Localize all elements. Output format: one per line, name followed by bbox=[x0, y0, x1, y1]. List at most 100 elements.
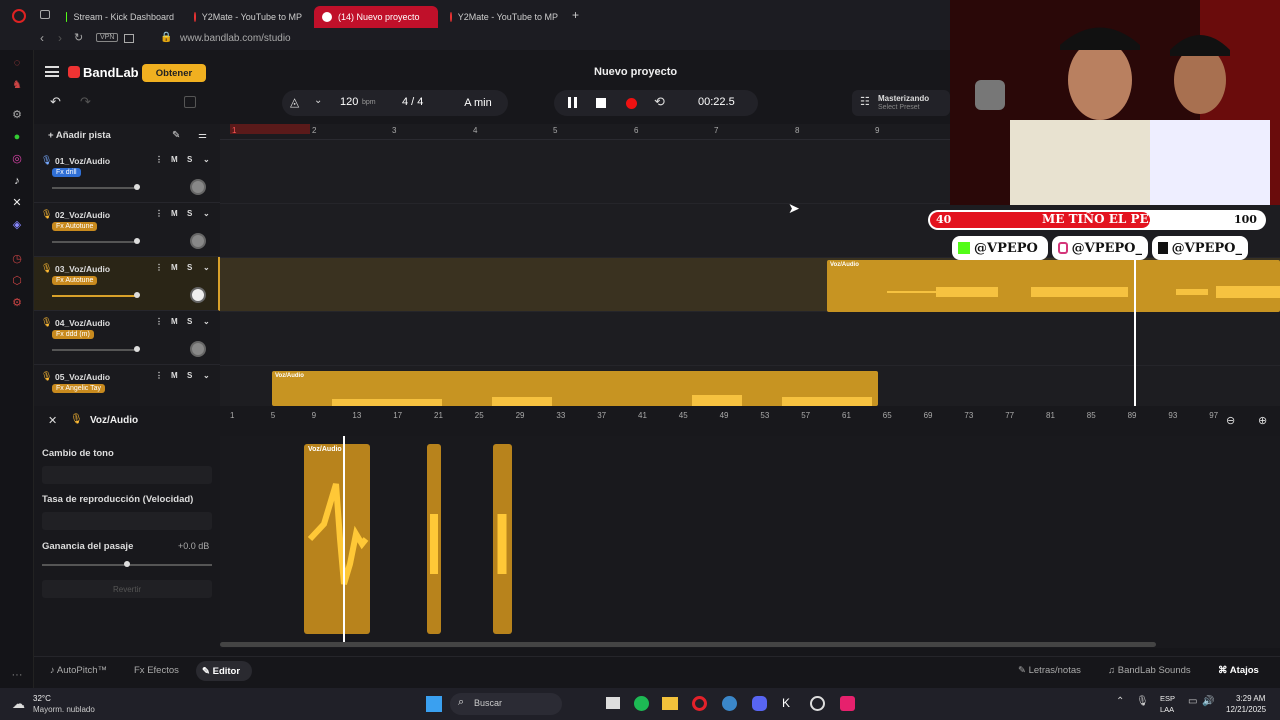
track-header[interactable]: 🎙 01_Voz/Audio Fx drill ⋮ M S ⌄ bbox=[34, 149, 220, 203]
stop-icon[interactable] bbox=[596, 98, 606, 108]
tiktok-icon[interactable] bbox=[840, 696, 855, 711]
audio-clip[interactable]: Voz/Audio bbox=[827, 260, 1280, 312]
playhead[interactable] bbox=[1134, 240, 1136, 406]
track-header[interactable]: 🎙 05_Voz/Audio Fx Angelic Tay ⋮ M S ⌄ bbox=[34, 365, 220, 406]
solo-button[interactable]: S bbox=[187, 317, 192, 326]
folder-icon[interactable] bbox=[662, 697, 678, 710]
gain-slider[interactable] bbox=[42, 561, 212, 567]
mute-button[interactable]: M bbox=[171, 263, 178, 272]
mute-button[interactable]: M bbox=[171, 371, 178, 380]
editor-tab[interactable]: ✎ Editor bbox=[196, 661, 252, 681]
clip-editor[interactable]: Voz/Audio bbox=[220, 436, 1280, 648]
microphone-icon[interactable]: 🎙 bbox=[1136, 696, 1149, 707]
mute-button[interactable]: M bbox=[171, 155, 178, 164]
playhead[interactable] bbox=[343, 436, 345, 644]
tab-kick-dashboard[interactable]: Stream - Kick Dashboard bbox=[58, 6, 182, 28]
discord-icon[interactable]: ◈ bbox=[10, 218, 24, 232]
clock-date[interactable]: 12/21/2025 bbox=[1226, 705, 1266, 714]
volume-slider[interactable] bbox=[52, 292, 140, 298]
audio-clip[interactable] bbox=[493, 444, 512, 634]
app-icon[interactable] bbox=[722, 696, 737, 711]
solo-button[interactable]: S bbox=[187, 263, 192, 272]
loop-icon[interactable]: ⟲ bbox=[654, 94, 665, 110]
extensions-icon[interactable]: ♞ bbox=[10, 78, 24, 92]
tuner-icon[interactable]: ⚌ bbox=[198, 130, 207, 141]
shortcuts-button[interactable]: ⌘ Atajos bbox=[1218, 665, 1259, 676]
mute-button[interactable]: M bbox=[171, 209, 178, 218]
tab-list-icon[interactable] bbox=[40, 10, 50, 19]
reload-icon[interactable]: ↻ bbox=[74, 31, 83, 44]
solo-button[interactable]: S bbox=[187, 155, 192, 164]
more-icon[interactable]: ⋮ bbox=[155, 209, 163, 218]
chevron-down-icon[interactable]: ⌄ bbox=[203, 155, 210, 164]
instagram-icon[interactable]: ◎ bbox=[10, 152, 24, 166]
track-lane[interactable] bbox=[220, 312, 1280, 366]
clock-time[interactable]: 3:29 AM bbox=[1236, 694, 1265, 703]
tab-nuevo-proyecto[interactable]: (14) Nuevo proyecto bbox=[314, 6, 438, 28]
lyrics-button[interactable]: ✎ Letras/notas bbox=[1018, 665, 1081, 676]
whatsapp-icon[interactable]: ● bbox=[10, 130, 24, 144]
chevron-down-icon[interactable]: ⌄ bbox=[314, 95, 322, 106]
more-icon[interactable]: ⋮ bbox=[155, 263, 163, 272]
opera-logo-icon[interactable] bbox=[12, 9, 26, 23]
pan-knob[interactable] bbox=[190, 341, 206, 357]
time-signature[interactable]: 4 / 4 bbox=[402, 96, 423, 108]
hamburger-menu-icon[interactable] bbox=[45, 66, 59, 77]
more-icon[interactable]: ⋮ bbox=[155, 317, 163, 326]
project-title[interactable]: Nuevo proyecto bbox=[594, 66, 677, 78]
pen-icon[interactable]: ✎ bbox=[172, 130, 180, 141]
pinboard-icon[interactable]: ⬡ bbox=[10, 274, 24, 288]
new-tab-button[interactable]: + bbox=[572, 8, 579, 22]
revert-button[interactable]: Revertir bbox=[42, 580, 212, 598]
timeline-ruler[interactable]: 1 2 3 4 5 6 7 8 9 bbox=[220, 124, 950, 140]
track-header-selected[interactable]: 🎙 03_Voz/Audio Fx Autotune ⋮ M S ⌄ bbox=[34, 257, 220, 311]
kick-icon[interactable]: K bbox=[782, 696, 797, 711]
speed-dial-icon[interactable]: ⚙ bbox=[10, 296, 24, 310]
tab-y2mate-2[interactable]: Y2Mate - YouTube to MP bbox=[442, 6, 566, 28]
more-icon[interactable]: ··· bbox=[10, 668, 24, 682]
pitch-stepper[interactable] bbox=[42, 466, 212, 484]
get-button[interactable]: Obtener bbox=[142, 64, 206, 82]
horizontal-scrollbar[interactable] bbox=[220, 642, 1156, 647]
volume-icon[interactable]: 🔊 bbox=[1202, 696, 1214, 707]
audio-clip[interactable]: Voz/Audio bbox=[304, 444, 370, 634]
fx-badge[interactable]: Fx drill bbox=[52, 168, 81, 177]
opera-icon[interactable] bbox=[692, 696, 707, 711]
x-icon[interactable]: ✕ bbox=[10, 196, 24, 210]
windows-start-icon[interactable] bbox=[426, 696, 442, 712]
loop-region[interactable] bbox=[230, 124, 310, 134]
vpn-badge[interactable]: VPN bbox=[96, 33, 119, 42]
undo-icon[interactable]: ↶ bbox=[50, 94, 61, 110]
effects-tab[interactable]: Fx Efectos bbox=[134, 665, 179, 676]
network-icon[interactable]: ▭ bbox=[1188, 696, 1197, 707]
sounds-button[interactable]: ♫ BandLab Sounds bbox=[1108, 665, 1191, 676]
language-code[interactable]: ESP bbox=[1160, 694, 1175, 703]
add-track-button[interactable]: + Añadir pista bbox=[48, 130, 111, 141]
volume-slider[interactable] bbox=[52, 346, 140, 352]
volume-slider[interactable] bbox=[52, 184, 140, 190]
history-icon[interactable]: ◷ bbox=[10, 252, 24, 266]
volume-slider[interactable] bbox=[52, 238, 140, 244]
record-icon[interactable] bbox=[626, 98, 637, 109]
spotify-icon[interactable] bbox=[634, 696, 649, 711]
fx-badge[interactable]: Fx Autotune bbox=[52, 222, 98, 231]
solo-button[interactable]: S bbox=[187, 209, 192, 218]
fx-badge[interactable]: Fx Autotune bbox=[52, 276, 98, 285]
chevron-down-icon[interactable]: ⌄ bbox=[203, 209, 210, 218]
more-icon[interactable]: ⋮ bbox=[155, 155, 163, 164]
discord-icon[interactable] bbox=[752, 696, 767, 711]
more-icon[interactable]: ⋮ bbox=[155, 371, 163, 380]
audio-clip[interactable]: Voz/Audio bbox=[272, 371, 878, 406]
mastering-button[interactable]: ☷ Masterizando Select Preset bbox=[852, 90, 950, 116]
track-header[interactable]: 🎙 04_Voz/Audio Fx ddd (m) ⋮ M S ⌄ bbox=[34, 311, 220, 365]
temperature[interactable]: 32°C bbox=[33, 694, 51, 703]
url-text[interactable]: www.bandlab.com/studio bbox=[180, 33, 291, 44]
back-icon[interactable]: ‹ bbox=[40, 31, 44, 45]
zoom-out-icon[interactable]: ⊖ bbox=[1226, 414, 1235, 427]
chevron-down-icon[interactable]: ⌄ bbox=[203, 371, 210, 380]
app-logo[interactable]: BandLab bbox=[83, 65, 139, 80]
language-layout[interactable]: LAA bbox=[1160, 705, 1174, 714]
pan-knob[interactable] bbox=[190, 233, 206, 249]
bpm-value[interactable]: 120 bbox=[340, 96, 358, 108]
fx-badge[interactable]: Fx Angelic Tay bbox=[52, 384, 106, 393]
